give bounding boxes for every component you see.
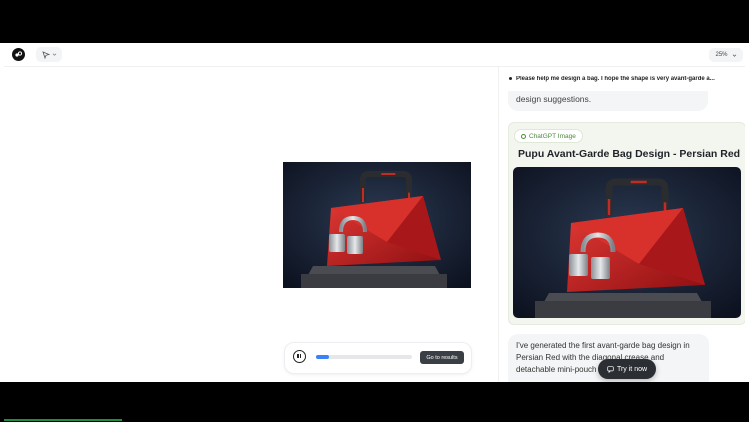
- chat-panel: Please help me design a bag. I hope the …: [498, 67, 745, 382]
- chatgpt-image-chip: ChatGPT Image: [514, 129, 583, 143]
- chat-bubble-icon: [607, 365, 614, 373]
- chip-label: ChatGPT Image: [529, 132, 576, 140]
- bag-preview-image: [283, 162, 471, 288]
- replay-player: Go to results: [284, 342, 472, 374]
- manus-logo-icon[interactable]: [12, 48, 25, 61]
- generated-bag-image[interactable]: [513, 167, 741, 318]
- bullet-dot: [509, 76, 512, 80]
- try-it-now-button[interactable]: Try it now: [598, 359, 656, 379]
- chevron-down-icon: [52, 53, 56, 56]
- pause-icon[interactable]: [293, 350, 306, 363]
- pointer-tool-button[interactable]: [36, 47, 62, 62]
- top-toolbar: 25%: [4, 43, 745, 67]
- progress-fill: [316, 355, 330, 359]
- zoom-level: 25%: [715, 52, 728, 58]
- progress-bar[interactable]: [316, 355, 412, 359]
- video-progress-line: [4, 419, 122, 421]
- task-title: Please help me design a bag. I hope the …: [509, 76, 741, 82]
- card-title: Pupu Avant-Garde Bag Design - Persian Re…: [518, 148, 741, 160]
- try-it-now-label: Try it now: [616, 365, 648, 373]
- go-to-results-button[interactable]: Go to results: [420, 351, 464, 364]
- app-window: 25% Go to results Please help me design …: [4, 43, 745, 382]
- chatgpt-icon: [521, 133, 526, 139]
- generated-image-card[interactable]: ChatGPT Image Pupu Avant-Garde Bag Desig…: [508, 122, 745, 325]
- zoom-dropdown[interactable]: 25%: [709, 48, 743, 62]
- assistant-message: design suggestions.: [508, 91, 708, 111]
- chevron-down-icon: [732, 54, 736, 57]
- letterbox-bottom: [0, 382, 749, 422]
- letterbox-top: [0, 0, 749, 43]
- cursor-arrow-icon: [41, 50, 50, 59]
- canvas-area: Go to results: [4, 67, 498, 382]
- task-title-text: Please help me design a bag. I hope the …: [516, 76, 715, 82]
